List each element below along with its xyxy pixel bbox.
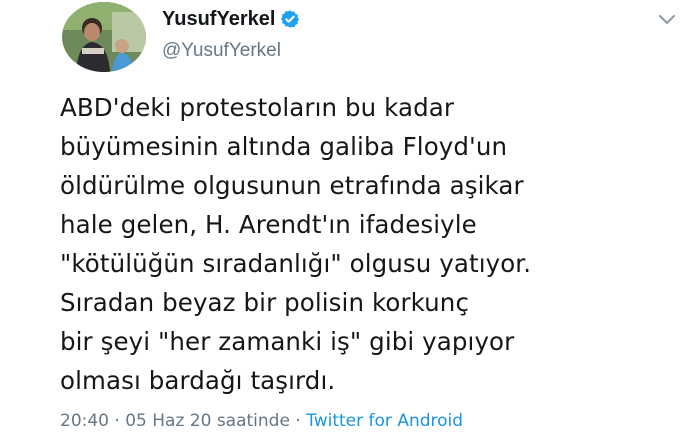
tweet-line: hale gelen, H. Arendt'ın ifadesiyle (60, 210, 477, 239)
tweet-date: 05 Haz 20 saatinde (125, 411, 290, 431)
tweet-line: ABD'deki protestoların bu kadar (60, 93, 455, 122)
name-row: YusufYerkel (162, 6, 300, 32)
meta-separator: · (289, 411, 307, 431)
chevron-down-icon[interactable] (657, 12, 677, 26)
display-name[interactable]: YusufYerkel (162, 8, 275, 31)
tweet-line: "kötülüğün sıradanlığı" olgusu yatıyor. (60, 249, 532, 278)
avatar[interactable] (62, 2, 146, 72)
tweet-line: olması bardağı taşırdı. (60, 366, 336, 395)
tweet-text: ABD'deki protestoların bu kadar büyümesi… (60, 88, 700, 400)
meta-separator: · (109, 411, 126, 431)
user-handle[interactable]: @YusufYerkel (162, 40, 281, 62)
tweet-meta: 20:40 · 05 Haz 20 saatinde · Twitter for… (60, 411, 463, 431)
tweet-line: Sıradan beyaz bir polisin korkunç (60, 288, 470, 317)
tweet-line: bir şeyi "her zamanki iş" gibi yapıyor (60, 327, 515, 356)
tweet-time[interactable]: 20:40 (60, 411, 109, 431)
tweet-line: öldürülme olgusunun etrafında aşikar (60, 171, 524, 200)
tweet-line: büyümesinin altında galiba Floyd'un (60, 132, 508, 161)
tweet-card: YusufYerkel @YusufYerkel ABD'deki protes… (0, 0, 700, 444)
verified-badge-icon (280, 9, 300, 29)
tweet-source-link[interactable]: Twitter for Android (306, 411, 463, 431)
